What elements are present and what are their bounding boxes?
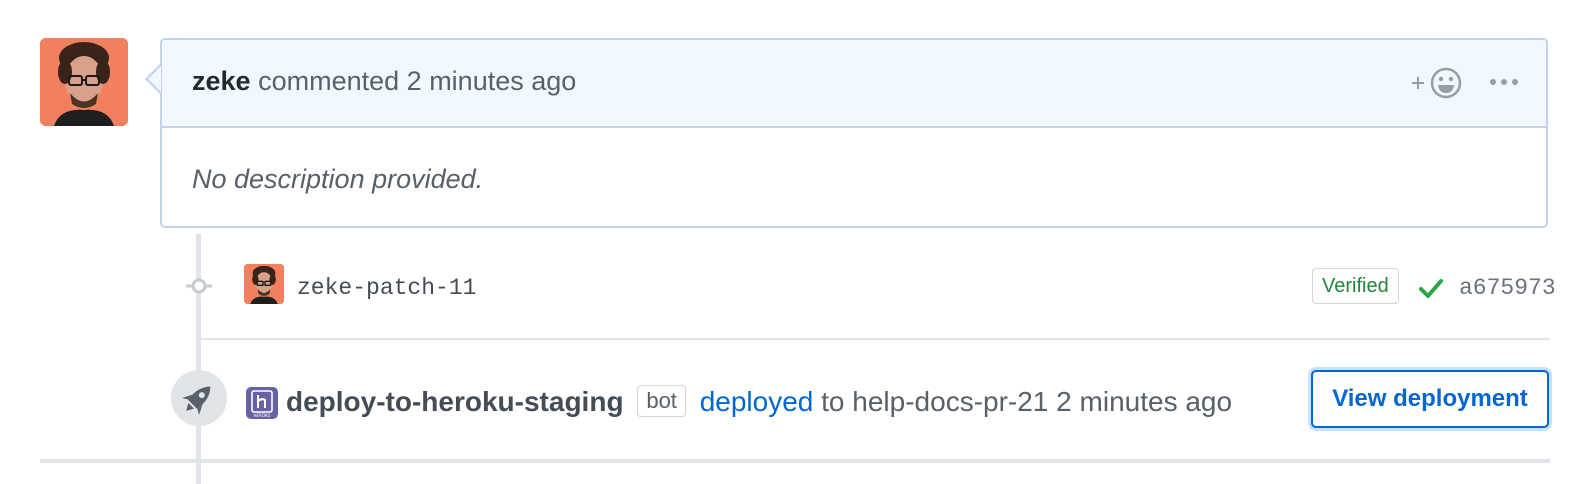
comment-header-text: zeke commented 2 minutes ago <box>192 66 576 97</box>
comment-author-avatar[interactable] <box>40 38 128 126</box>
comment-box: zeke commented 2 minutes ago No descript… <box>160 38 1548 228</box>
commit-sha-link[interactable]: a675973 <box>1459 275 1556 301</box>
bot-label: bot <box>637 385 686 417</box>
comment-pointer-fill <box>148 66 161 92</box>
deployment-event-text: deploy-to-heroku-staging bot deployed to… <box>286 385 1232 418</box>
rocket-icon <box>171 370 227 426</box>
smiley-plus-icon <box>1412 67 1462 99</box>
check-icon[interactable] <box>1418 276 1444 300</box>
comment-header: zeke commented 2 minutes ago <box>162 40 1546 128</box>
timeline-separator <box>200 338 1550 340</box>
view-deployment-button[interactable]: View deployment <box>1311 370 1549 428</box>
timeline-bottom-border <box>40 459 1550 463</box>
svg-text:HEROKU: HEROKU <box>254 413 271 418</box>
comment-timestamp[interactable]: 2 minutes ago <box>407 66 577 96</box>
timeline-line <box>196 234 201 484</box>
comment-options-button[interactable] <box>1488 70 1520 94</box>
add-reaction-button[interactable] <box>1408 66 1464 100</box>
comment-body: No description provided. <box>192 164 484 194</box>
comment-author-link[interactable]: zeke <box>192 66 251 96</box>
deploy-timestamp[interactable]: 2 minutes ago <box>1056 386 1232 417</box>
commit-message-link[interactable]: zeke-patch-11 <box>297 275 476 301</box>
deploy-actor-link[interactable]: deploy-to-heroku-staging <box>286 386 624 417</box>
heroku-logo-icon[interactable]: HEROKU <box>246 387 278 419</box>
kebab-horizontal-icon <box>1490 79 1518 85</box>
comment-action: commented <box>258 66 400 96</box>
commit-author-avatar[interactable] <box>244 264 284 304</box>
verified-badge[interactable]: Verified <box>1312 268 1399 304</box>
deploy-environment: help-docs-pr-21 <box>852 386 1049 417</box>
commit-node-icon <box>186 276 212 296</box>
deploy-preposition: to <box>821 386 845 417</box>
deployed-link[interactable]: deployed <box>700 386 814 417</box>
